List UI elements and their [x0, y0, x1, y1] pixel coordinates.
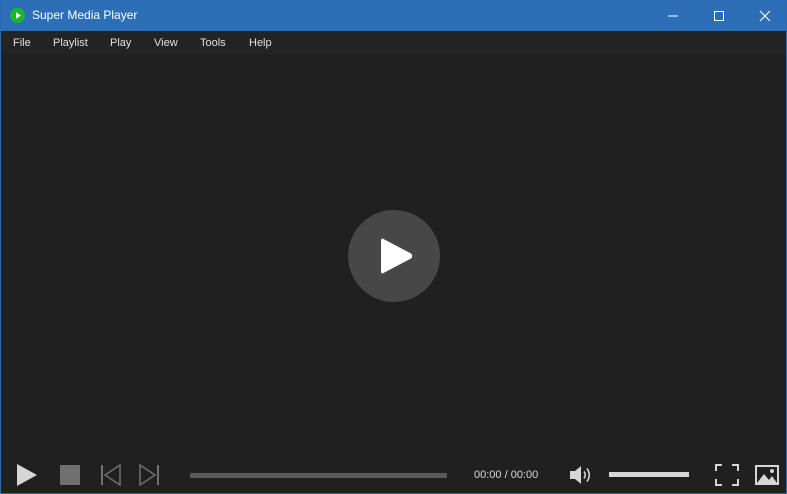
menu-tools[interactable]: Tools — [200, 37, 226, 50]
seek-bar[interactable] — [190, 473, 447, 478]
menu-help[interactable]: Help — [249, 37, 272, 50]
previous-icon — [101, 464, 121, 486]
volume-icon — [570, 466, 591, 484]
title-bar[interactable]: Super Media Player — [1, 0, 786, 31]
play-icon — [17, 464, 37, 486]
menu-play[interactable]: Play — [110, 37, 131, 50]
stop-button[interactable] — [60, 465, 80, 485]
menu-playlist[interactable]: Playlist — [53, 37, 88, 50]
video-area[interactable] — [1, 55, 786, 455]
time-display: 00:00 / 00:00 — [474, 469, 539, 481]
maximize-button[interactable] — [696, 0, 742, 31]
play-icon — [381, 238, 413, 274]
stop-icon — [60, 465, 80, 485]
snapshot-button[interactable] — [755, 465, 779, 485]
close-button[interactable] — [742, 0, 786, 31]
play-button[interactable] — [16, 464, 38, 486]
menu-bar: File Playlist Play View Tools Help — [1, 31, 786, 55]
window-title: Super Media Player — [32, 8, 138, 22]
fullscreen-button[interactable] — [715, 464, 739, 486]
minimize-button[interactable] — [650, 0, 696, 31]
app-logo-icon — [10, 8, 25, 23]
center-play-button[interactable] — [348, 210, 440, 302]
maximize-icon — [714, 10, 724, 21]
app-window: Super Media Player File Playlist Play Vi… — [0, 0, 787, 494]
menu-view[interactable]: View — [154, 37, 178, 50]
volume-button[interactable] — [569, 464, 595, 486]
next-button[interactable] — [138, 464, 160, 486]
next-icon — [139, 464, 159, 486]
volume-level — [609, 472, 689, 477]
previous-button[interactable] — [100, 464, 122, 486]
fullscreen-icon — [715, 464, 739, 486]
volume-slider[interactable] — [609, 472, 689, 477]
close-icon — [759, 10, 771, 21]
menu-file[interactable]: File — [13, 37, 31, 50]
snapshot-icon — [755, 465, 779, 485]
minimize-icon — [668, 15, 678, 16]
